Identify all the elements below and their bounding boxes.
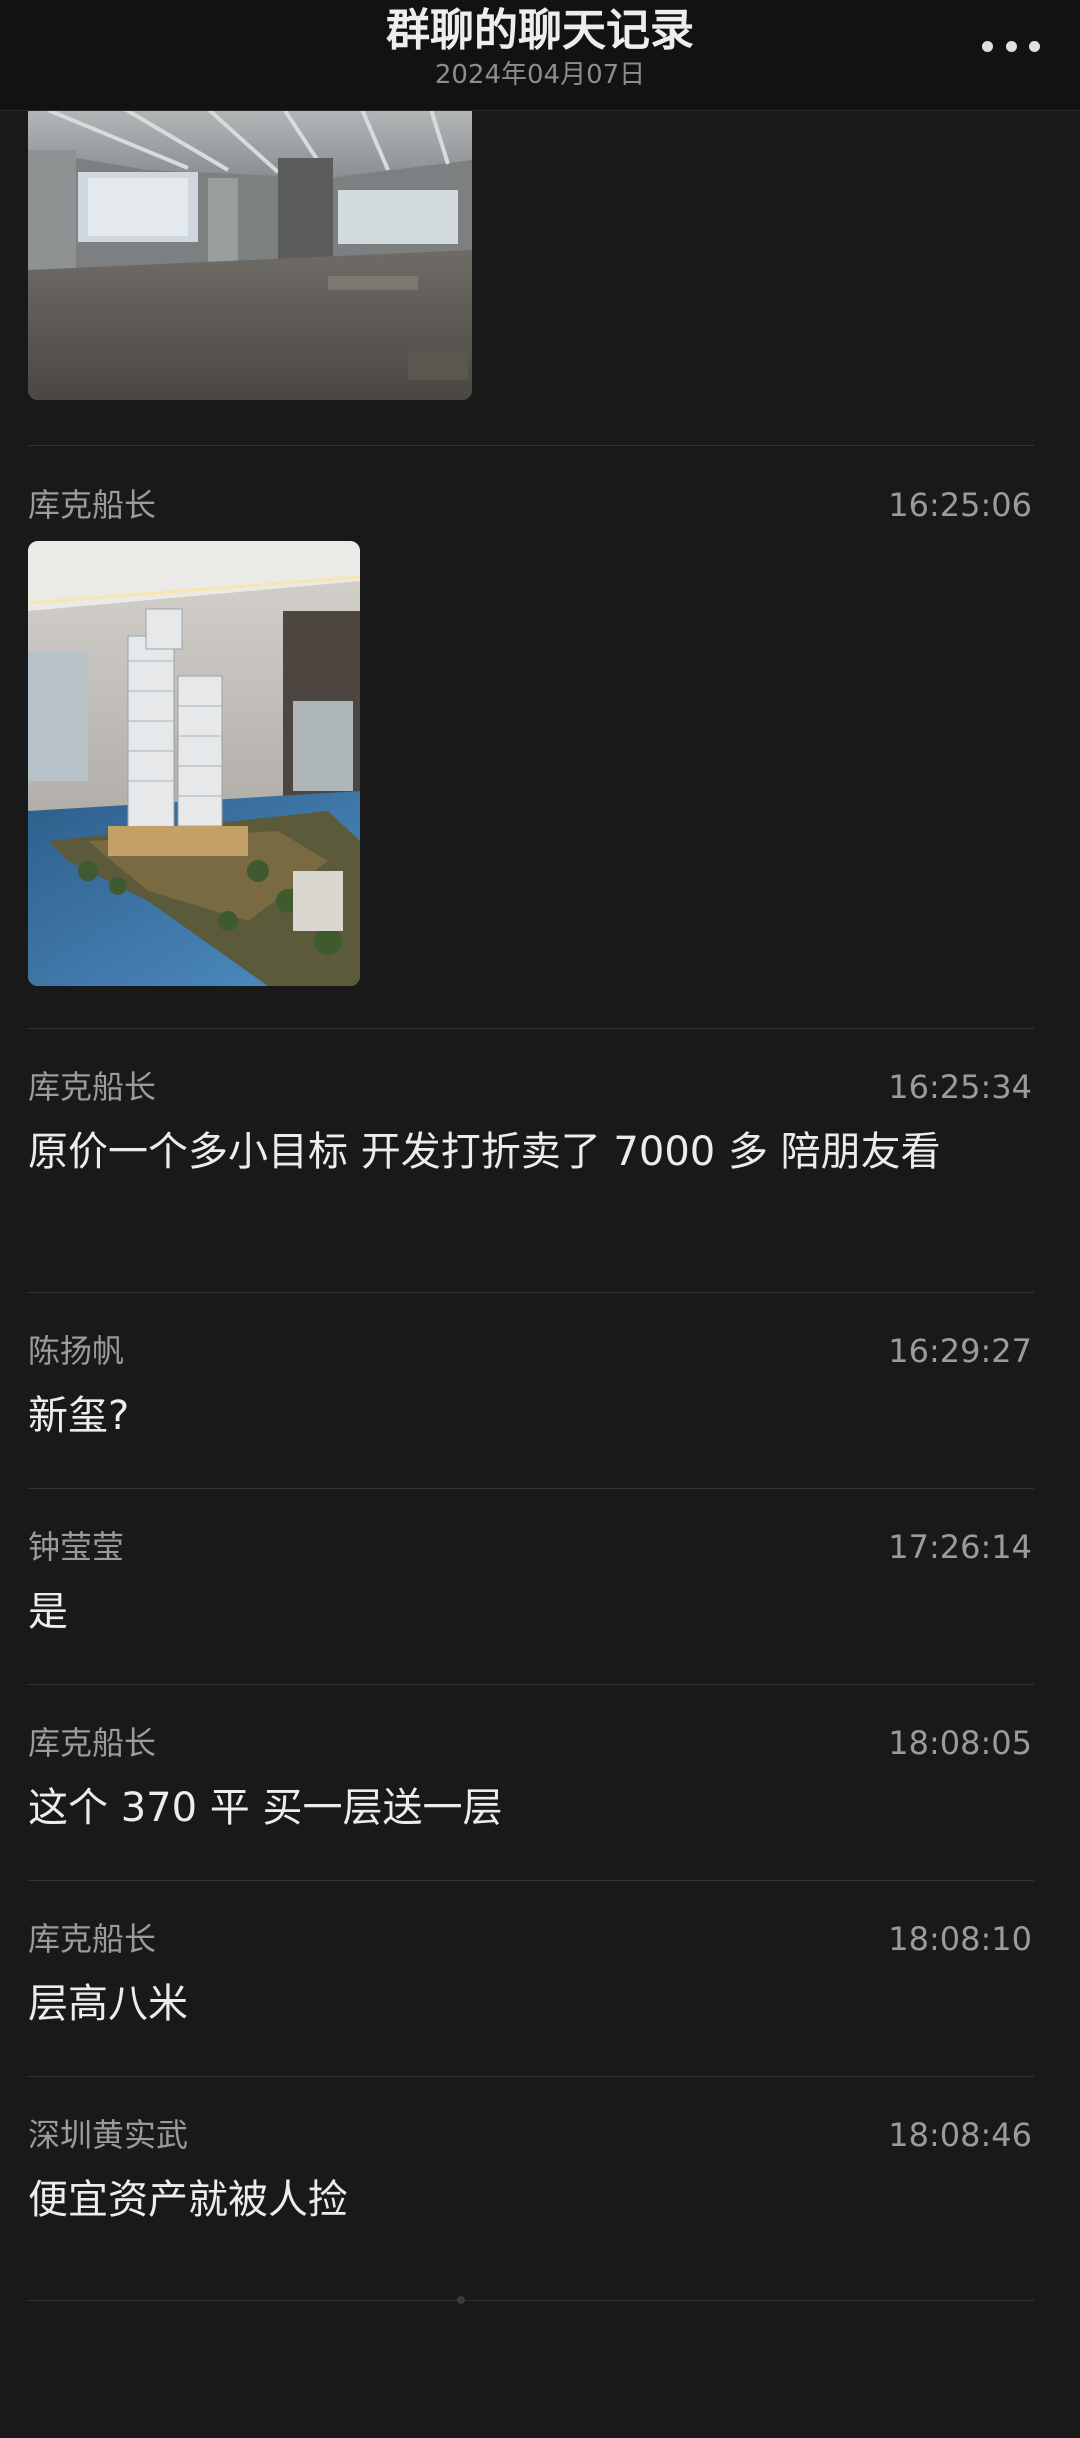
- sender-name: 库克船长: [28, 1724, 157, 1762]
- sender-name: 库克船长: [28, 486, 157, 524]
- message-time: 16:25:34: [888, 1068, 1032, 1106]
- more-options-button[interactable]: [982, 24, 1040, 68]
- message-divider: [28, 1292, 1034, 1293]
- chat-message[interactable]: 深圳黄实武 18:08:46 便宜资产就被人捡: [28, 2115, 1032, 2245]
- chat-message[interactable]: 库克船长 16:25:34 原价一个多小目标 开发打折卖了 7000 多 陪朋友…: [28, 1067, 1032, 1267]
- message-time: 16:29:27: [888, 1332, 1032, 1370]
- message-divider: [28, 2300, 1034, 2301]
- message-divider: [28, 1684, 1034, 1685]
- message-time: 18:08:10: [888, 1920, 1032, 1958]
- page-title: 群聊的聊天记录: [386, 5, 694, 56]
- message-divider: [28, 1028, 1034, 1029]
- sender-name: 钟莹莹: [28, 1528, 125, 1566]
- message-text: 原价一个多小目标 开发打折卖了 7000 多 陪朋友看: [28, 1129, 941, 1175]
- chat-message[interactable]: 库克船长 18:08:10 层高八米: [28, 1919, 1032, 2049]
- chat-message[interactable]: 钟莹莹 17:26:14 是: [28, 1527, 1032, 1657]
- scroll-indicator-dot: [457, 2296, 465, 2304]
- chat-image-empty-office[interactable]: [28, 100, 472, 400]
- message-divider: [28, 1488, 1034, 1489]
- chat-image-sales-model[interactable]: [28, 541, 360, 986]
- top-bar: 群聊的聊天记录 2024年04月07日: [0, 0, 1080, 111]
- message-text: 便宜资产就被人捡: [28, 2177, 348, 2223]
- message-time: 16:25:06: [888, 486, 1032, 524]
- message-text: 层高八米: [28, 1981, 188, 2027]
- sales-model-photo: [28, 541, 360, 986]
- message-text: 新玺?: [28, 1393, 130, 1439]
- message-time: 18:08:46: [888, 2116, 1032, 2154]
- more-horizontal-icon: [1005, 40, 1017, 52]
- chat-history-list[interactable]: 库克船长 16:25:06 库克船长 16:25:34 原价一个多小目标 开发打…: [0, 0, 1080, 2438]
- more-horizontal-icon: [1029, 40, 1040, 52]
- sender-name: 陈扬帆: [28, 1332, 125, 1370]
- message-divider: [28, 2076, 1034, 2077]
- page-subtitle-date: 2024年04月07日: [434, 60, 646, 90]
- message-divider: [28, 445, 1034, 446]
- message-text: 是: [28, 1589, 68, 1635]
- message-divider: [28, 1880, 1034, 1881]
- chat-message[interactable]: 陈扬帆 16:29:27 新玺?: [28, 1331, 1032, 1461]
- sender-name: 库克船长: [28, 1068, 157, 1106]
- message-text: 这个 370 平 买一层送一层: [28, 1785, 503, 1831]
- message-time: 18:08:05: [888, 1724, 1032, 1762]
- chat-message[interactable]: 库克船长 18:08:05 这个 370 平 买一层送一层: [28, 1723, 1032, 1853]
- sender-name: 深圳黄实武: [28, 2116, 189, 2154]
- message-time: 17:26:14: [888, 1528, 1032, 1566]
- empty-office-photo: [28, 100, 472, 400]
- sender-name: 库克船长: [28, 1920, 157, 1958]
- more-horizontal-icon: [982, 40, 993, 52]
